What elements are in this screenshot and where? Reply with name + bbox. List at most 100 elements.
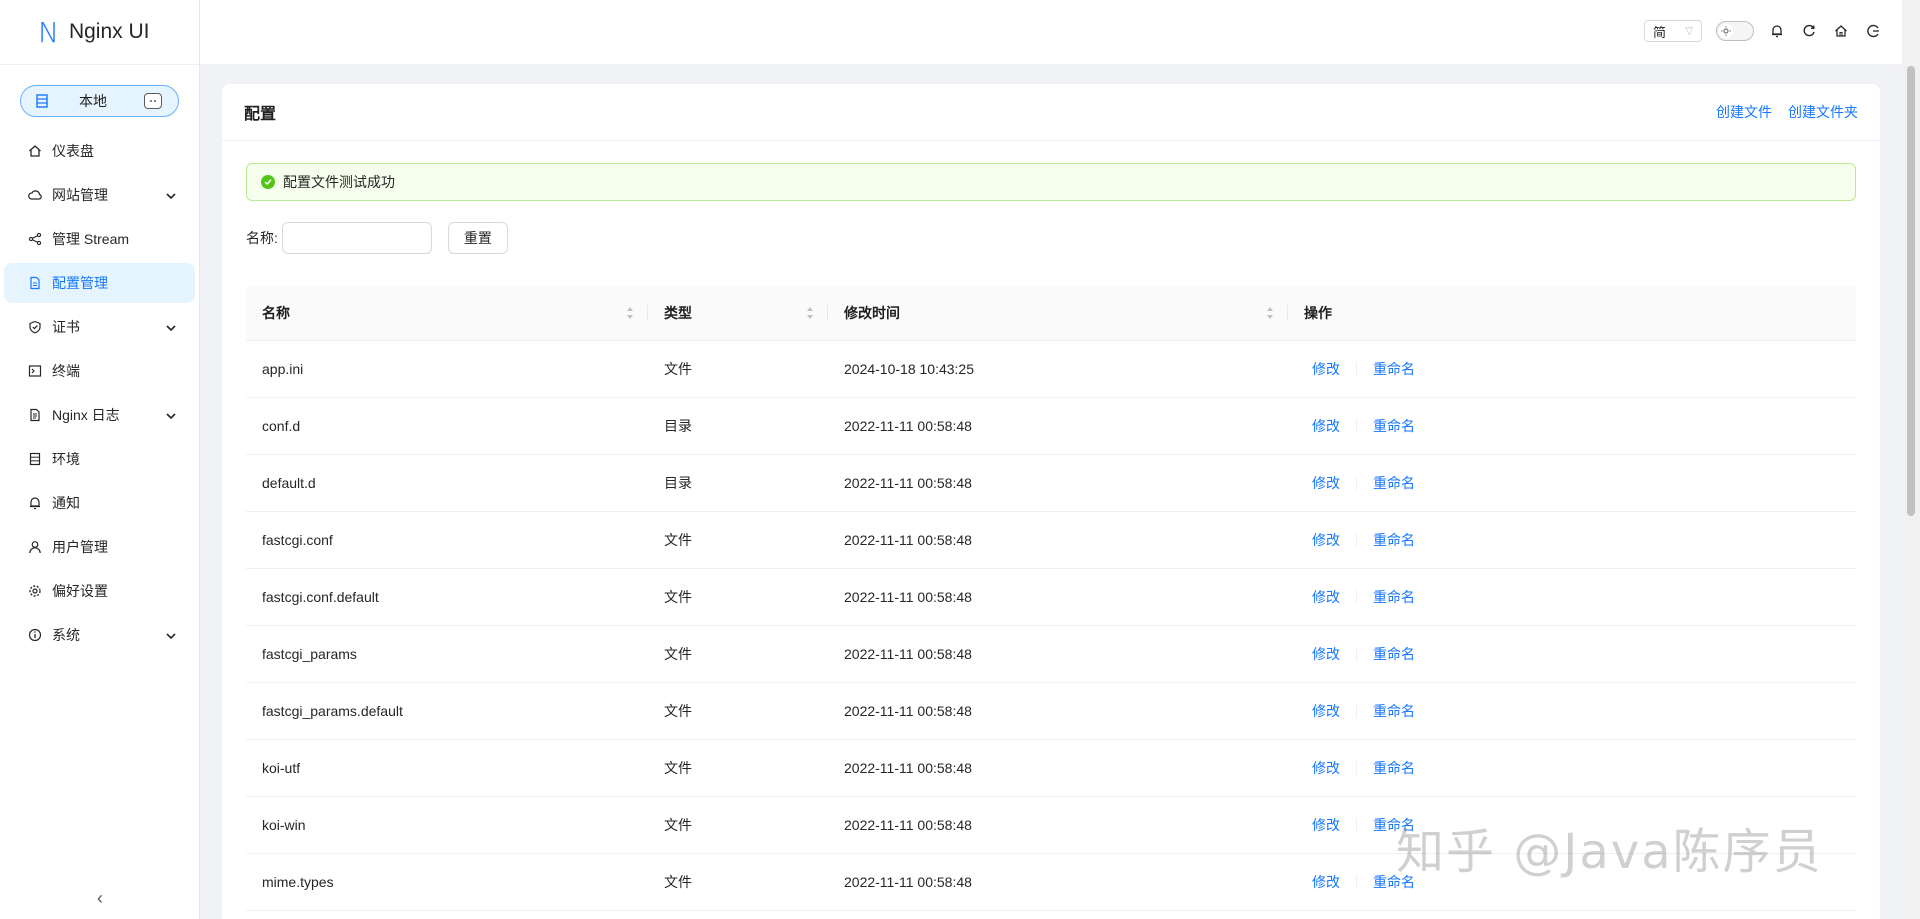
rename-button[interactable]: 重命名 bbox=[1365, 416, 1423, 436]
reset-button[interactable]: 重置 bbox=[447, 222, 508, 254]
actions-cell: 修改 重命名 bbox=[1288, 682, 1856, 740]
card-header: 配置 创建文件 创建文件夹 bbox=[222, 84, 1880, 141]
file-type-cell: 文件 bbox=[648, 853, 828, 911]
robot-icon[interactable] bbox=[144, 93, 162, 109]
file-name-cell: conf.d bbox=[246, 397, 648, 455]
bell-icon bbox=[28, 496, 42, 510]
sidebar-item-label: 终端 bbox=[52, 363, 80, 379]
alert-message: 配置文件测试成功 bbox=[283, 174, 395, 190]
edit-button[interactable]: 修改 bbox=[1304, 701, 1348, 721]
sidebar-item-label: 配置管理 bbox=[52, 275, 108, 291]
table-row: app.ini 文件 2024-10-18 10:43:25 修改 重命名 bbox=[246, 340, 1856, 398]
table-row: conf.d 目录 2022-11-11 00:58:48 修改 重命名 bbox=[246, 397, 1856, 455]
theme-toggle[interactable] bbox=[1716, 21, 1754, 41]
rename-button[interactable]: 重命名 bbox=[1365, 587, 1423, 607]
sidebar-item-0[interactable]: 仪表盘 bbox=[4, 131, 195, 171]
scrollbar-thumb[interactable] bbox=[1907, 66, 1915, 516]
reload-icon[interactable] bbox=[1800, 22, 1818, 40]
edit-button[interactable]: 修改 bbox=[1304, 587, 1348, 607]
chevron-down-icon[interactable] bbox=[165, 189, 177, 201]
create-file-button[interactable]: 创建文件 bbox=[1716, 102, 1772, 122]
sidebar-item-7[interactable]: 环境 bbox=[4, 439, 195, 479]
edit-button[interactable]: 修改 bbox=[1304, 359, 1348, 379]
table-row: fastcgi.conf.default 文件 2022-11-11 00:58:4… bbox=[246, 568, 1856, 626]
terminal-icon bbox=[28, 364, 42, 378]
rename-button[interactable]: 重命名 bbox=[1365, 473, 1423, 493]
page-title: 配置 bbox=[244, 106, 277, 123]
page-scrollbar[interactable] bbox=[1902, 0, 1920, 919]
actions-cell: 修改 重命名 bbox=[1288, 625, 1856, 683]
table-row: koi-utf 文件 2022-11-11 00:58:48 修改 重命名 bbox=[246, 739, 1856, 797]
file-type-cell: 文件 bbox=[648, 682, 828, 740]
logout-icon[interactable] bbox=[1864, 22, 1882, 40]
column-header-name[interactable]: 名称 bbox=[246, 286, 648, 341]
edit-button[interactable]: 修改 bbox=[1304, 758, 1348, 778]
environment-selector[interactable]: 本地 bbox=[20, 85, 179, 117]
database-icon bbox=[28, 452, 42, 466]
rename-button[interactable]: 重命名 bbox=[1365, 530, 1423, 550]
sort-icon[interactable] bbox=[1266, 306, 1274, 320]
table-row: fastcgi.conf 文件 2022-11-11 00:58:48 修改 重命名 bbox=[246, 511, 1856, 569]
rename-button[interactable]: 重命名 bbox=[1365, 359, 1423, 379]
edit-button[interactable]: 修改 bbox=[1304, 530, 1348, 550]
edit-button[interactable]: 修改 bbox=[1304, 644, 1348, 664]
language-select[interactable]: 简 ▽ bbox=[1644, 20, 1702, 42]
collapse-sidebar-icon[interactable]: ‹ bbox=[0, 888, 200, 909]
sidebar-item-4[interactable]: 证书 bbox=[4, 307, 195, 347]
edit-button[interactable]: 修改 bbox=[1304, 872, 1348, 892]
sidebar-item-11[interactable]: 系统 bbox=[4, 615, 195, 655]
search-form: 名称: 重置 bbox=[246, 222, 508, 254]
sort-icon[interactable] bbox=[806, 306, 814, 320]
edit-button[interactable]: 修改 bbox=[1304, 416, 1348, 436]
sort-icon[interactable] bbox=[626, 306, 634, 320]
environment-label: 本地 bbox=[79, 93, 107, 109]
rename-button[interactable]: 重命名 bbox=[1365, 644, 1423, 664]
sun-icon bbox=[1719, 24, 1733, 38]
success-alert: 配置文件测试成功 bbox=[246, 163, 1856, 201]
file-type-cell: 文件 bbox=[648, 796, 828, 854]
actions-cell: 修改 重命名 bbox=[1288, 397, 1856, 455]
file-name-cell: fastcgi.conf bbox=[246, 511, 648, 569]
edit-button[interactable]: 修改 bbox=[1304, 815, 1348, 835]
sidebar-item-1[interactable]: 网站管理 bbox=[4, 175, 195, 215]
rename-button[interactable]: 重命名 bbox=[1365, 701, 1423, 721]
sidebar-item-8[interactable]: 通知 bbox=[4, 483, 195, 523]
file-type-cell: 目录 bbox=[648, 454, 828, 512]
app-title: Nginx UI bbox=[68, 20, 150, 43]
table-row: fastcgi_params.default 文件 2022-11-11 00:58… bbox=[246, 682, 1856, 740]
config-card: 配置 创建文件 创建文件夹 配置文件测试成功 名称: 重置 名称 类型 修改时间… bbox=[222, 84, 1880, 919]
sidebar-item-label: 仪表盘 bbox=[52, 143, 94, 159]
log-icon bbox=[28, 408, 42, 422]
chevron-down-icon[interactable] bbox=[165, 629, 177, 641]
name-search-input[interactable] bbox=[281, 222, 432, 254]
create-folder-button[interactable]: 创建文件夹 bbox=[1788, 102, 1858, 122]
sidebar-item-9[interactable]: 用户管理 bbox=[4, 527, 195, 567]
edit-button[interactable]: 修改 bbox=[1304, 473, 1348, 493]
home-icon[interactable] bbox=[1832, 22, 1850, 40]
file-name-cell: koi-win bbox=[246, 796, 648, 854]
file-name-cell: fastcgi.conf.default bbox=[246, 568, 648, 626]
share-icon bbox=[28, 232, 42, 246]
file-name-cell: fastcgi_params.default bbox=[246, 682, 648, 740]
column-header-modified[interactable]: 修改时间 bbox=[828, 286, 1288, 341]
column-header-type[interactable]: 类型 bbox=[648, 286, 828, 341]
modified-time-cell: 2022-11-11 00:58:48 bbox=[828, 454, 1288, 512]
sidebar-item-6[interactable]: Nginx 日志 bbox=[4, 395, 195, 435]
rename-button[interactable]: 重命名 bbox=[1365, 758, 1423, 778]
sidebar-item-5[interactable]: 终端 bbox=[4, 351, 195, 391]
sidebar-item-label: 环境 bbox=[52, 451, 80, 467]
sidebar-item-2[interactable]: 管理 Stream bbox=[4, 219, 195, 259]
modified-time-cell: 2022-11-11 00:58:48 bbox=[828, 625, 1288, 683]
bell-icon[interactable] bbox=[1768, 22, 1786, 40]
search-label: 名称: bbox=[246, 230, 278, 246]
chevron-down-icon[interactable] bbox=[165, 321, 177, 333]
sidebar-item-10[interactable]: 偏好设置 bbox=[4, 571, 195, 611]
chevron-down-icon[interactable] bbox=[165, 409, 177, 421]
file-name-cell: mime.types bbox=[246, 853, 648, 911]
logo[interactable]: N Nginx UI bbox=[0, 0, 199, 65]
sidebar-item-label: Nginx 日志 bbox=[52, 407, 120, 423]
table-row: default.d 目录 2022-11-11 00:58:48 修改 重命名 bbox=[246, 454, 1856, 512]
sidebar-item-3[interactable]: 配置管理 bbox=[4, 263, 195, 303]
modified-time-cell: 2022-11-11 00:58:48 bbox=[828, 568, 1288, 626]
modified-time-cell: 2022-11-11 00:58:48 bbox=[828, 511, 1288, 569]
